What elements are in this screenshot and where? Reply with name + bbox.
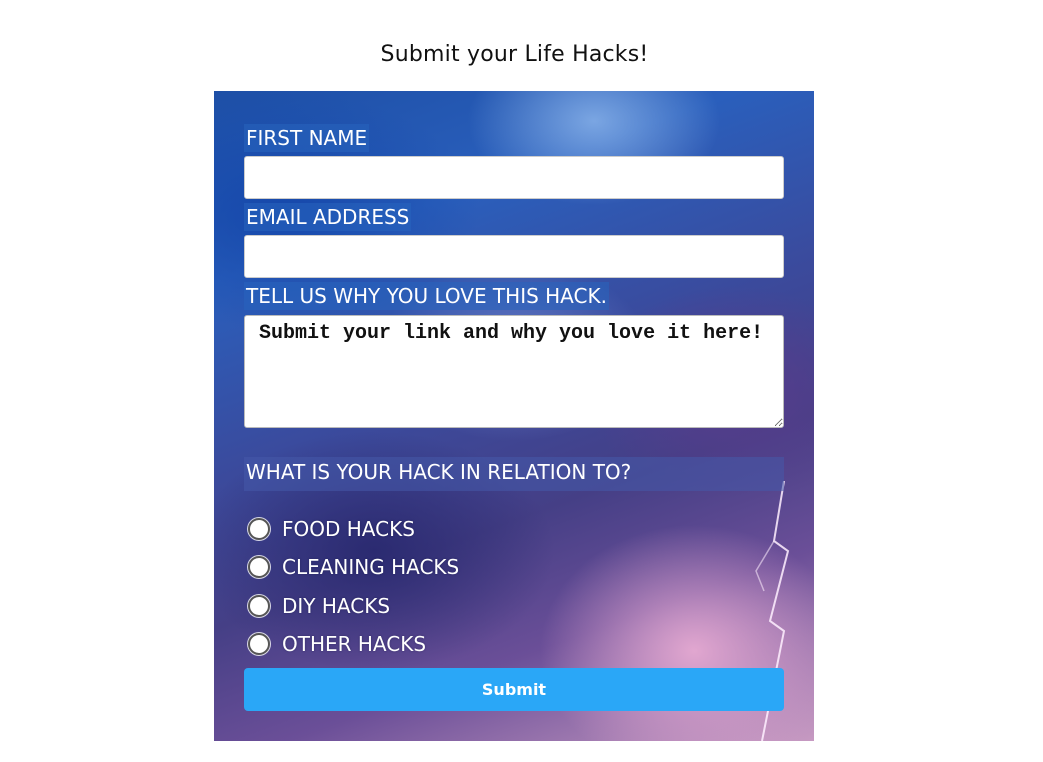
life-hack-form: FIRST NAME EMAIL ADDRESS TELL US WHY YOU… [214, 91, 814, 741]
radio-option-other[interactable]: OTHER HACKS [248, 629, 426, 659]
email-label: EMAIL ADDRESS [244, 203, 412, 231]
category-question: WHAT IS YOUR HACK IN RELATION TO? [244, 457, 784, 491]
radio-option-diy[interactable]: DIY HACKS [248, 591, 390, 621]
submit-button[interactable]: Submit [244, 668, 784, 711]
message-textarea[interactable] [244, 315, 784, 428]
radio-button-food[interactable] [248, 518, 270, 540]
page-title: Submit your Life Hacks! [380, 42, 649, 67]
first-name-label: FIRST NAME [244, 124, 370, 152]
radio-label-diy: DIY HACKS [282, 594, 391, 618]
radio-label-other: OTHER HACKS [282, 632, 427, 656]
radio-button-other[interactable] [248, 633, 270, 655]
radio-button-cleaning[interactable] [248, 556, 270, 578]
radio-button-diy[interactable] [248, 595, 270, 617]
message-label: TELL US WHY YOU LOVE THIS HACK. [244, 282, 609, 310]
radio-label-food: FOOD HACKS [282, 517, 415, 541]
radio-option-food[interactable]: FOOD HACKS [248, 514, 415, 544]
email-field[interactable] [244, 235, 784, 278]
radio-label-cleaning: CLEANING HACKS [282, 555, 460, 579]
radio-option-cleaning[interactable]: CLEANING HACKS [248, 552, 459, 582]
first-name-field[interactable] [244, 156, 784, 199]
